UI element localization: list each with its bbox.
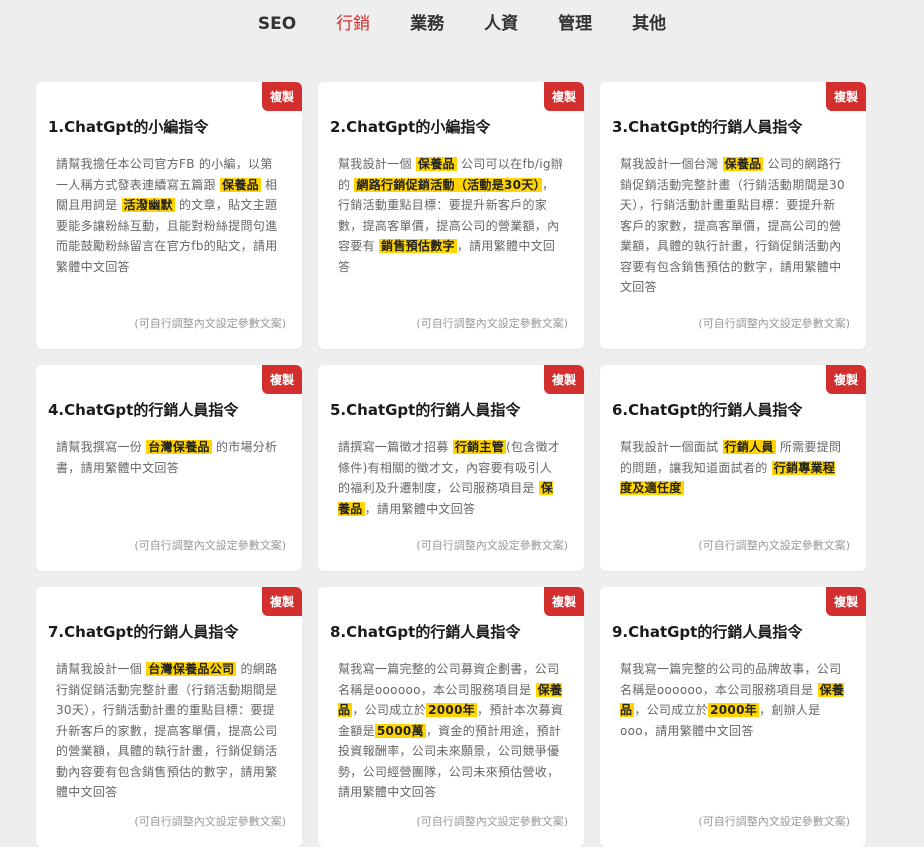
card-footer-note: (可自行調整內文設定參數文案) [698, 815, 850, 828]
copy-button[interactable]: 複製 [544, 365, 584, 394]
card-prompt-text: 幫我設計一個 保養品 公司可以在fb/ig辦的 網路行銷促銷活動（活動是30天）… [338, 154, 564, 277]
card-footer-note: (可自行調整內文設定參數文案) [698, 539, 850, 552]
card-title: 2.ChatGpt的小編指令 [330, 118, 491, 136]
prompt-card: 複製 6.ChatGpt的行銷人員指令幫我設計一個面試 行銷人員 所需要提問的問題… [600, 365, 866, 571]
tab-0[interactable]: SEO [238, 12, 316, 36]
copy-button[interactable]: 複製 [826, 82, 866, 111]
highlighted-keyword: 銷售預估數字 [379, 239, 457, 253]
card-footer-note: (可自行調整內文設定參數文案) [134, 815, 286, 828]
prompt-card: 複製 9.ChatGpt的行銷人員指令幫我寫一篇完整的公司的品牌故事，公司名稱是o… [600, 587, 866, 847]
card-prompt-text: 請幫我設計一個 台灣保養品公司 的網路行銷促銷活動完整計畫（行銷活動期間是30天… [56, 659, 282, 803]
copy-button[interactable]: 複製 [262, 82, 302, 111]
prompt-text-segment: 公司的網路行銷促銷活動完整計畫（行銷活動期間是30天），行銷活動計畫重點目標：要… [620, 157, 845, 294]
prompt-card: 複製 8.ChatGpt的行銷人員指令幫我寫一篇完整的公司募資企劃書，公司名稱是o… [318, 587, 584, 847]
card-prompt-text: 請撰寫一篇徵才招募 行銷主管 (包含徵才條件)有相關的徵才文，內容要有吸引人的福利… [338, 437, 564, 519]
card-footer-note: (可自行調整內文設定參數文案) [416, 317, 568, 330]
card-footer-note: (可自行調整內文設定參數文案) [134, 539, 286, 552]
prompt-text-segment: 幫我設計一個面試 [620, 440, 723, 454]
category-tabs: SEO 行銷 業務 人資 管理 其他 [0, 12, 924, 36]
highlighted-keyword: 2000年 [708, 703, 760, 717]
highlighted-keyword: 台灣保養品 [146, 440, 212, 454]
highlighted-keyword: 保養品 [722, 157, 764, 171]
prompt-text-segment: 請幫我設計一個 [56, 662, 147, 676]
card-title: 1.ChatGpt的小編指令 [48, 118, 209, 136]
prompt-text-segment: 請撰寫一篇徵才招募 [338, 440, 453, 454]
tab-4[interactable]: 管理 [538, 12, 612, 36]
tab-1[interactable]: 行銷 [316, 12, 390, 36]
tab-5[interactable]: 其他 [612, 12, 686, 36]
card-title: 7.ChatGpt的行銷人員指令 [48, 623, 239, 641]
highlighted-keyword: 行銷人員 [722, 440, 776, 454]
card-title: 8.ChatGpt的行銷人員指令 [330, 623, 521, 641]
card-footer-note: (可自行調整內文設定參數文案) [416, 539, 568, 552]
card-prompt-text: 幫我寫一篇完整的公司的品牌故事，公司名稱是oooooo，本公司服務項目是 保養品… [620, 659, 846, 741]
copy-button[interactable]: 複製 [544, 82, 584, 111]
highlighted-keyword: 活潑幽默 [121, 198, 175, 212]
highlighted-keyword: 台灣保養品公司 [146, 662, 237, 676]
prompt-card-grid: 複製 1.ChatGpt的小編指令請幫我擔任本公司官方FB 的小編，以第一人稱方式… [36, 82, 866, 847]
highlighted-keyword: 網路行銷促銷活動（活動是30天） [354, 177, 542, 192]
card-title: 6.ChatGpt的行銷人員指令 [612, 401, 803, 419]
card-title: 3.ChatGpt的行銷人員指令 [612, 118, 803, 136]
prompt-text-segment: ，公司成立於 [634, 703, 709, 717]
card-prompt-text: 幫我設計一個台灣 保養品 公司的網路行銷促銷活動完整計畫（行銷活動期間是30天）… [620, 154, 846, 298]
prompt-text-segment: 幫我設計一個 [338, 157, 416, 171]
copy-button[interactable]: 複製 [826, 365, 866, 394]
tab-3[interactable]: 人資 [464, 12, 538, 36]
card-title: 4.ChatGpt的行銷人員指令 [48, 401, 239, 419]
prompt-text-segment: 幫我寫一篇完整的公司募資企劃書，公司名稱是oooooo，本公司服務項目是 [338, 662, 560, 697]
prompt-card: 複製 4.ChatGpt的行銷人員指令請幫我撰寫一份 台灣保養品 的市場分析書，請… [36, 365, 302, 571]
copy-button[interactable]: 複製 [826, 587, 866, 616]
prompt-card: 複製 1.ChatGpt的小編指令請幫我擔任本公司官方FB 的小編，以第一人稱方式… [36, 82, 302, 349]
prompt-text-segment: 幫我寫一篇完整的公司的品牌故事，公司名稱是oooooo，本公司服務項目是 [620, 662, 842, 697]
card-prompt-text: 請幫我擔任本公司官方FB 的小編，以第一人稱方式發表連續寫五篇跟 保養品 相關且… [56, 154, 282, 277]
copy-button[interactable]: 複製 [544, 587, 584, 616]
copy-button[interactable]: 複製 [262, 587, 302, 616]
copy-button[interactable]: 複製 [262, 365, 302, 394]
highlighted-keyword: 2000年 [426, 703, 478, 717]
tab-2[interactable]: 業務 [390, 12, 464, 36]
prompt-text-segment: ，請用繁體中文回答 [364, 501, 476, 516]
card-prompt-text: 幫我設計一個面試 行銷人員 所需要提問的問題，讓我知道面試者的 行銷專業程度及適… [620, 437, 846, 499]
prompt-card: 複製 5.ChatGpt的行銷人員指令請撰寫一篇徵才招募 行銷主管 (包含徵才條件)… [318, 365, 584, 571]
card-prompt-text: 幫我寫一篇完整的公司募資企劃書，公司名稱是oooooo，本公司服務項目是 保養品… [338, 659, 564, 803]
prompt-text-segment: 的網路行銷促銷活動完整計畫（行銷活動期間是30天），行銷活動計畫的重點目標：要提… [56, 662, 278, 799]
highlighted-keyword: 保養品 [415, 157, 457, 171]
highlighted-keyword: 行銷主管 [452, 440, 507, 454]
card-title: 9.ChatGpt的行銷人員指令 [612, 623, 803, 641]
card-title: 5.ChatGpt的行銷人員指令 [330, 401, 521, 419]
prompt-card: 複製 7.ChatGpt的行銷人員指令請幫我設計一個 台灣保養品公司 的網路行銷促… [36, 587, 302, 847]
prompt-card: 複製 3.ChatGpt的行銷人員指令幫我設計一個台灣 保養品 公司的網路行銷促銷… [600, 82, 866, 349]
card-footer-note: (可自行調整內文設定參數文案) [416, 815, 568, 828]
highlighted-keyword: 5000萬 [374, 723, 426, 738]
card-footer-note: (可自行調整內文設定參數文案) [698, 317, 850, 330]
prompt-text-segment: 幫我設計一個台灣 [620, 157, 723, 171]
prompt-text-segment: 請幫我撰寫一份 [56, 440, 147, 454]
prompt-text-segment: ，公司成立於 [352, 703, 427, 717]
highlighted-keyword: 保養品 [220, 177, 261, 192]
card-prompt-text: 請幫我撰寫一份 台灣保養品 的市場分析書，請用繁體中文回答 [56, 437, 282, 478]
card-footer-note: (可自行調整內文設定參數文案) [134, 317, 286, 330]
prompt-card: 複製 2.ChatGpt的小編指令幫我設計一個 保養品 公司可以在fb/ig辦的 … [318, 82, 584, 349]
